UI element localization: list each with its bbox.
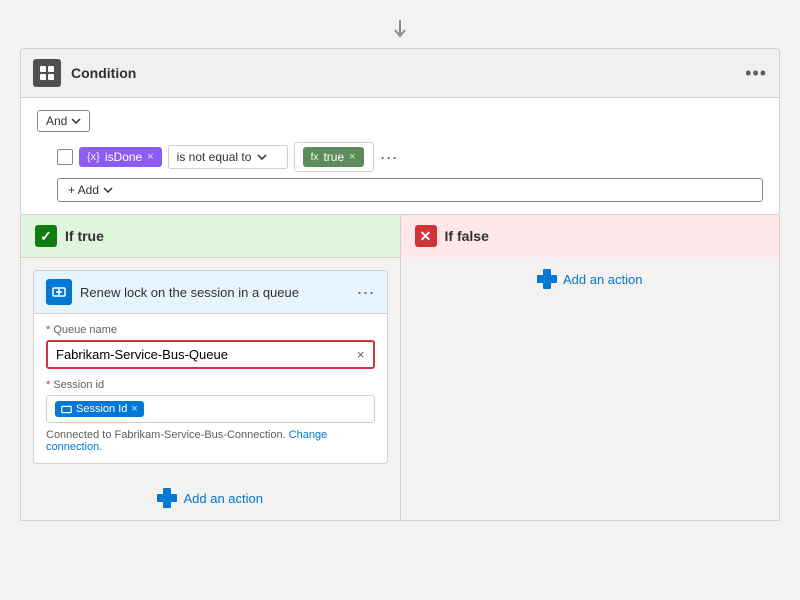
expression-icon: {x}	[87, 151, 100, 163]
add-action-false[interactable]: Add an action	[401, 257, 780, 301]
condition-items: {x} isDone × is not equal to fx true ×	[57, 142, 763, 172]
condition-body: And {x} isDone × is not equal to	[21, 98, 779, 214]
add-action-true[interactable]: Add an action	[21, 476, 400, 520]
action-header: Renew lock on the session in a queue ···	[34, 271, 387, 314]
session-remove[interactable]: ×	[131, 403, 137, 415]
value-box: fx true ×	[294, 142, 374, 172]
condition-icon	[33, 59, 61, 87]
condition-card: Condition ••• And {x} isDone ×	[20, 48, 780, 215]
session-tag: Session Id ×	[55, 401, 144, 417]
isdone-tag: {x} isDone ×	[79, 147, 162, 167]
condition-more-button[interactable]: •••	[745, 64, 767, 82]
condition-row-more[interactable]: ···	[380, 147, 398, 168]
add-action-true-label: Add an action	[183, 491, 263, 506]
branch-false-header: ✕ If false	[401, 215, 780, 257]
connection-info: Connected to Fabrikam-Service-Bus-Connec…	[46, 429, 375, 453]
action-body: Queue name Fabrikam-Service-Bus-Queue × …	[34, 314, 387, 463]
action-service-bus-icon	[46, 279, 72, 305]
workflow-canvas: Condition ••• And {x} isDone ×	[20, 20, 780, 521]
add-button[interactable]: + Add	[57, 178, 763, 202]
session-label: Session id	[46, 379, 375, 391]
false-icon: ✕	[415, 225, 437, 247]
branch-true: ✓ If true Renew lock on the session in a…	[21, 215, 401, 520]
queue-label: Queue name	[46, 324, 375, 336]
true-icon: ✓	[35, 225, 57, 247]
action-card: Renew lock on the session in a queue ···…	[33, 270, 388, 464]
branch-false-title: If false	[445, 228, 489, 244]
add-action-false-label: Add an action	[563, 272, 643, 287]
top-arrow	[20, 20, 780, 40]
true-tag: fx true ×	[303, 147, 364, 167]
and-dropdown[interactable]: And	[37, 110, 90, 132]
action-title: Renew lock on the session in a queue	[80, 285, 349, 300]
queue-clear[interactable]: ×	[357, 347, 365, 362]
branch-false: ✕ If false Add an action	[401, 215, 780, 520]
true-remove[interactable]: ×	[349, 151, 355, 163]
and-row: And	[37, 110, 763, 132]
session-input[interactable]: Session Id ×	[46, 395, 375, 423]
operator-dropdown[interactable]: is not equal to	[168, 145, 288, 169]
condition-title: Condition	[71, 65, 735, 81]
isdone-remove[interactable]: ×	[147, 151, 153, 163]
action-more-button[interactable]: ···	[357, 282, 375, 303]
branch-true-header: ✓ If true	[21, 215, 400, 258]
branches-container: ✓ If true Renew lock on the session in a…	[20, 215, 780, 521]
queue-value: Fabrikam-Service-Bus-Queue	[56, 347, 228, 362]
add-action-icon-false	[537, 269, 557, 289]
condition-checkbox[interactable]	[57, 149, 73, 165]
condition-header: Condition •••	[21, 49, 779, 98]
branch-false-content: Add an action	[401, 257, 780, 301]
queue-input[interactable]: Fabrikam-Service-Bus-Queue ×	[46, 340, 375, 369]
branch-true-title: If true	[65, 228, 104, 244]
fx-icon: fx	[311, 152, 319, 163]
add-action-icon-true	[157, 488, 177, 508]
